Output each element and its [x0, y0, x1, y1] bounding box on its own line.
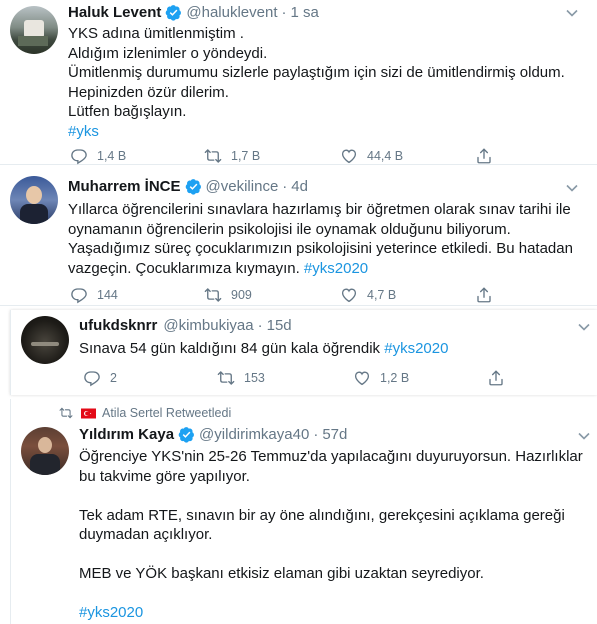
separator: ·	[282, 178, 288, 195]
share-icon	[475, 147, 493, 165]
tweet-line	[79, 545, 589, 565]
share-button[interactable]	[487, 369, 505, 387]
reply-count: 2	[110, 371, 117, 385]
author-handle[interactable]: @vekilince	[206, 178, 279, 195]
timestamp[interactable]: 57d	[322, 426, 347, 443]
tweet-line: YKS adına ümitlenmiştim .	[68, 25, 244, 42]
tweet-card[interactable]: ufukdsknrr @kimbukiyaa · 15d Sınava 54 g…	[10, 310, 597, 395]
tweet-line: Aldığım izlenimler o yöndeydi.	[68, 44, 268, 62]
chevron-down-icon[interactable]	[565, 183, 579, 193]
author-name[interactable]: ufukdsknrr	[79, 317, 157, 334]
retweet-count: 909	[231, 288, 252, 302]
retweet-banner-icon	[59, 406, 73, 420]
retweet-banner: Atila Sertel Retweetledi	[59, 406, 231, 420]
tweet-line: Yıllarca öğrencilerini sınavlara hazırla…	[68, 201, 571, 218]
tweet-line: bu takvime göre yapılıyor.	[79, 467, 250, 485]
author-handle[interactable]: @yildirimkaya40	[199, 426, 309, 443]
retweet-button[interactable]: 1,7 B	[204, 147, 260, 165]
tweet-text: YKS adına ümitlenmiştim . Aldığım izleni…	[68, 24, 588, 141]
hashtag-link[interactable]: #yks2020	[79, 604, 143, 621]
reply-button[interactable]: 2	[83, 369, 117, 387]
share-button[interactable]	[475, 286, 493, 304]
like-icon	[340, 286, 358, 304]
author-name[interactable]: Yıldırım Kaya	[79, 426, 174, 443]
like-count: 1,2 B	[380, 371, 410, 385]
hashtag-link[interactable]: #yks2020	[384, 340, 448, 357]
timestamp[interactable]: 4d	[291, 178, 308, 195]
hashtag-link[interactable]: #yks	[68, 123, 99, 140]
author-name[interactable]: Muharrem İNCE	[68, 178, 181, 195]
verified-icon	[178, 426, 195, 443]
tweet-card[interactable]: Haluk Levent @haluklevent · 1 sa YKS adı…	[0, 0, 597, 165]
avatar[interactable]	[10, 176, 58, 224]
turkey-flag-icon	[81, 408, 96, 418]
like-button[interactable]: 1,2 B	[353, 369, 409, 387]
tweet-line: vazgeçin. Çocuklarımıza kıymayın.	[68, 259, 304, 277]
tweet-text: Sınava 54 gün kaldığını 84 gün kala öğre…	[79, 339, 589, 359]
like-count: 44,4 B	[367, 149, 404, 163]
tweet-card[interactable]: Atila Sertel Retweetledi Yıldırım Kaya @…	[10, 399, 597, 624]
author-handle[interactable]: @kimbukiyaa	[163, 317, 253, 334]
reply-count: 144	[97, 288, 118, 302]
tweet-line: Lütfen bağışlayın.	[68, 103, 187, 120]
verified-icon	[165, 4, 182, 21]
tweet-card[interactable]: Muharrem İNCE @vekilince · 4d Yıllarca ö…	[0, 165, 597, 306]
retweeted-by[interactable]: Atila Sertel Retweetledi	[102, 406, 231, 420]
tweet-line: duymadan açıklıyor.	[79, 526, 213, 543]
like-button[interactable]: 4,7 B	[340, 286, 396, 304]
share-icon	[475, 286, 493, 304]
hashtag-link[interactable]: #yks2020	[304, 260, 368, 277]
avatar[interactable]	[10, 6, 58, 54]
chevron-down-icon[interactable]	[577, 322, 591, 332]
retweet-count: 153	[244, 371, 265, 385]
avatar[interactable]	[21, 427, 69, 475]
tweet-text: Öğrenciye YKS'nin 25-26 Temmuz'da yapıla…	[79, 447, 589, 623]
retweet-icon	[204, 286, 222, 304]
verified-icon	[185, 178, 202, 195]
tweet-line: Ümitlenmiş durumumu sizlerle paylaştığım…	[68, 64, 565, 81]
tweet-line	[79, 584, 589, 604]
chevron-down-icon[interactable]	[577, 431, 591, 441]
share-icon	[487, 369, 505, 387]
reply-button[interactable]: 144	[70, 286, 118, 304]
avatar[interactable]	[21, 316, 69, 364]
reply-count: 1,4 B	[97, 149, 127, 163]
author-handle[interactable]: @haluklevent	[186, 4, 277, 21]
reply-icon	[70, 147, 88, 165]
retweet-icon	[204, 147, 222, 165]
tweet-line: Yaşadığımız süreç çocuklarımızın psikolo…	[68, 240, 573, 257]
retweet-button[interactable]: 153	[217, 369, 265, 387]
reply-icon	[83, 369, 101, 387]
like-count: 4,7 B	[367, 288, 397, 302]
chevron-down-icon[interactable]	[565, 8, 579, 18]
reply-icon	[70, 286, 88, 304]
separator: ·	[257, 317, 263, 334]
tweet-line	[79, 486, 589, 506]
separator: ·	[281, 4, 287, 21]
like-icon	[340, 147, 358, 165]
share-button[interactable]	[475, 147, 493, 165]
reply-button[interactable]: 1,4 B	[70, 147, 126, 165]
tweet-line: MEB ve YÖK başkanı etkisiz elaman gibi u…	[79, 565, 484, 582]
retweet-button[interactable]: 909	[204, 286, 252, 304]
retweet-count: 1,7 B	[231, 149, 261, 163]
timestamp[interactable]: 15d	[267, 317, 292, 334]
separator: ·	[313, 426, 319, 443]
tweet-line: Tek adam RTE, sınavın bir ay öne alındığ…	[79, 506, 565, 524]
like-icon	[353, 369, 371, 387]
tweet-line: Sınava 54 gün kaldığını 84 gün kala öğre…	[79, 340, 385, 357]
tweet-line: Öğrenciye YKS'nin 25-26 Temmuz'da yapıla…	[79, 448, 583, 465]
timestamp[interactable]: 1 sa	[291, 4, 319, 21]
author-name[interactable]: Haluk Levent	[68, 4, 161, 21]
like-button[interactable]: 44,4 B	[340, 147, 403, 165]
tweet-line: Hepinizden özür dilerim.	[68, 83, 229, 101]
tweet-text: Yıllarca öğrencilerini sınavlara hazırla…	[68, 200, 593, 278]
tweet-line: oynamanın öğrencilerin psikolojisi ile o…	[68, 220, 511, 238]
retweet-icon	[217, 369, 235, 387]
